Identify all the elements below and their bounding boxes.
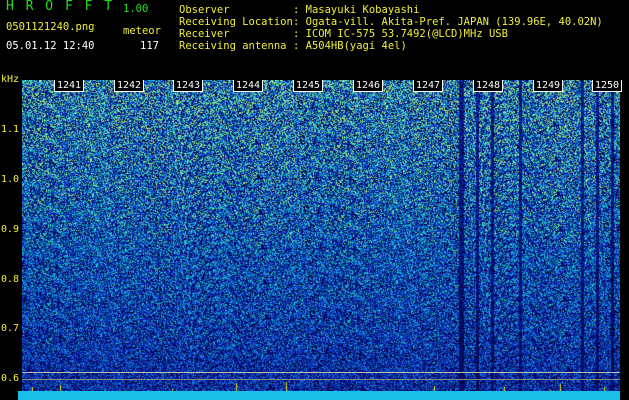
info-value-receiver: : ICOM IC-575 53.7492(@LCD)MHz USB <box>293 28 508 40</box>
info-key-antenna: Receiving antenna <box>179 40 287 52</box>
y-label-1-0: 1.0 <box>1 174 20 185</box>
time-tick: 1243 <box>173 80 204 92</box>
info-value-observer: : Masayuki Kobayashi <box>293 4 420 16</box>
info-value-location: : Ogata-vill. Akita-Pref. JAPAN (139.96E… <box>293 16 603 28</box>
datetime-label: 05.01.12 12:40 <box>6 40 95 52</box>
time-tick: 1249 <box>533 80 564 92</box>
info-value-antenna: : A504HB(yagi 4el) <box>293 40 407 52</box>
app-title: H R O F F T <box>6 0 115 14</box>
reference-line-upper <box>22 372 620 373</box>
time-tick: 1248 <box>473 80 504 92</box>
y-label-0-8: 0.8 <box>1 274 20 285</box>
time-tick: 1250 <box>592 80 623 92</box>
y-label-1-1: 1.1 <box>1 124 20 135</box>
time-tick: 1246 <box>353 80 384 92</box>
signal-level-baseline <box>18 391 620 400</box>
filename-label: 0501121240.png <box>6 21 95 33</box>
time-tick: 1245 <box>293 80 324 92</box>
y-label-0-7: 0.7 <box>1 323 20 334</box>
y-label-0-9: 0.9 <box>1 224 20 235</box>
count-label: 117 <box>140 40 159 52</box>
info-key-location: Receiving Location <box>179 16 293 28</box>
y-axis-unit: kHz <box>1 74 20 85</box>
mode-label: meteor <box>123 25 161 37</box>
y-label-0-6: 0.6 <box>1 373 20 384</box>
info-key-observer: Observer <box>179 4 230 16</box>
time-tick: 1242 <box>114 80 145 92</box>
spectrogram-canvas <box>22 80 620 396</box>
time-tick: 1244 <box>233 80 264 92</box>
app-version: 1.00 <box>123 3 149 15</box>
info-key-receiver: Receiver <box>179 28 230 40</box>
time-tick: 1241 <box>54 80 85 92</box>
time-tick: 1247 <box>413 80 444 92</box>
